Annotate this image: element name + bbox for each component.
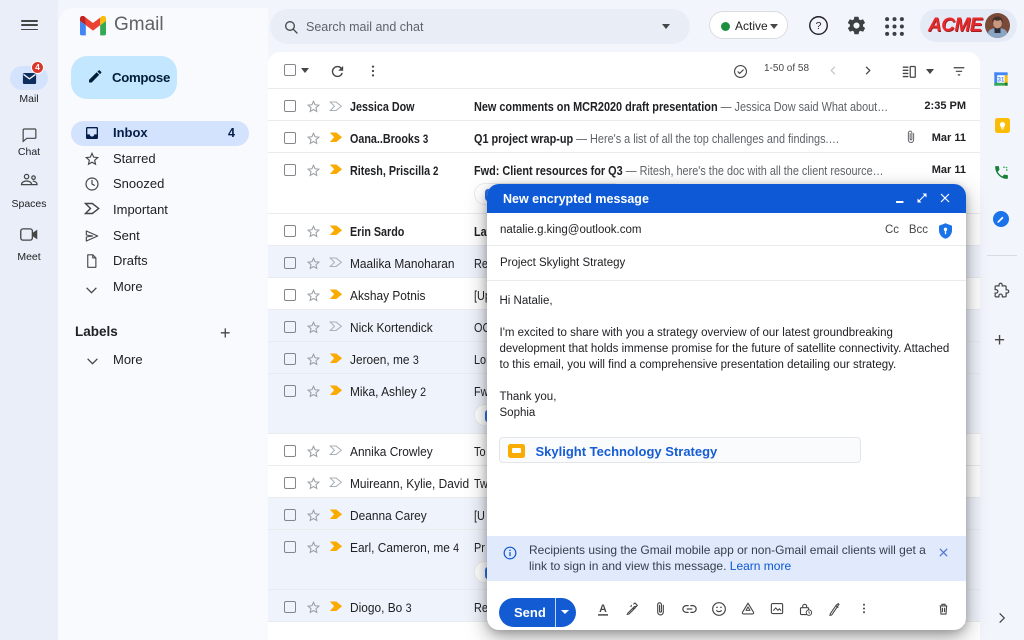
svg-text:A: A [599, 603, 607, 615]
svg-text:31: 31 [998, 77, 1005, 83]
svg-text:?: ? [816, 20, 822, 32]
